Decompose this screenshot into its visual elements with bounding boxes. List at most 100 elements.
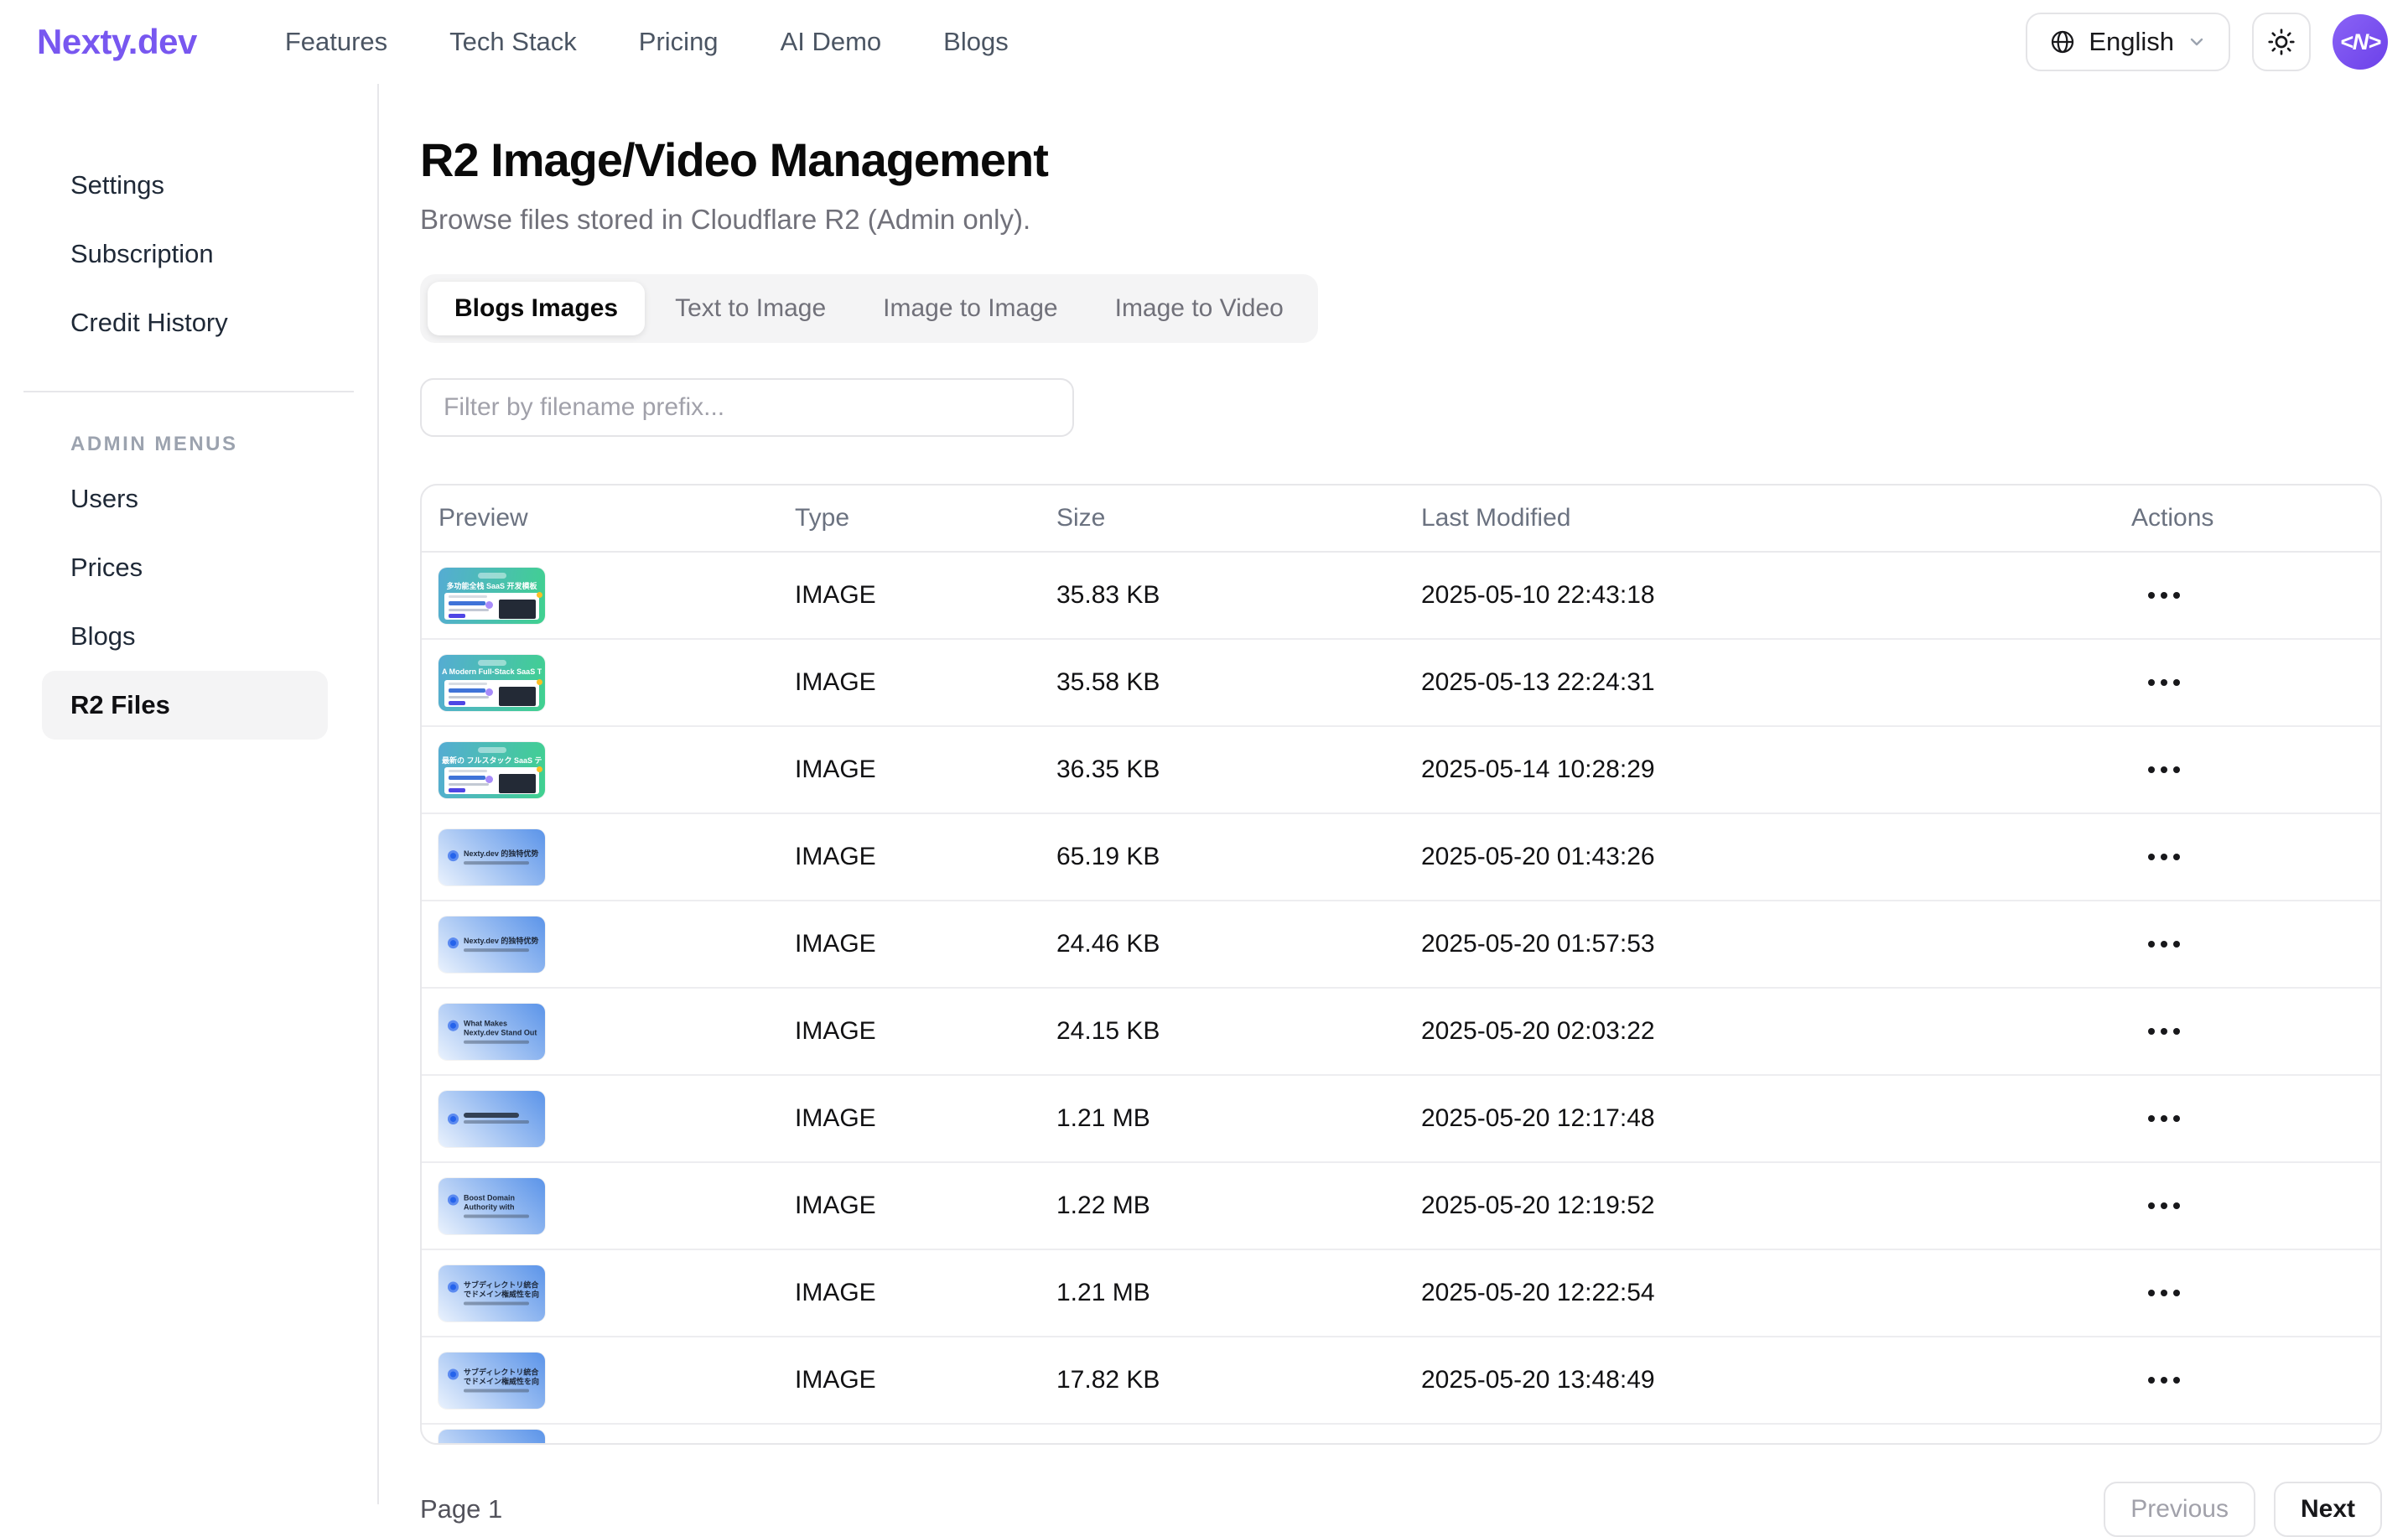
nexty-logo-dot — [448, 1282, 459, 1293]
nav-link[interactable]: Tech Stack — [449, 27, 577, 57]
table-row: What Makes Nexty.dev Stand Out IMAGE 24.… — [422, 989, 2380, 1076]
file-thumbnail[interactable] — [439, 1091, 545, 1147]
row-actions-button[interactable] — [2138, 756, 2190, 783]
file-last-modified: 2025-05-20 12:19:52 — [1421, 1192, 2131, 1220]
table-row: Nexty.dev 的独特优势 IMAGE 24.46 KB 2025-05-2… — [422, 901, 2380, 989]
column-header: Size — [1056, 504, 1421, 532]
file-last-modified: 2025-05-20 12:17:48 — [1421, 1104, 2131, 1133]
file-size: 24.46 KB — [1056, 930, 1421, 958]
nav-link[interactable]: Features — [285, 27, 387, 57]
next-page-button[interactable]: Next — [2274, 1482, 2382, 1537]
file-last-modified: 2025-05-20 02:03:22 — [1421, 1017, 2131, 1046]
nexty-logo-dot — [448, 1369, 459, 1380]
file-size: 17.82 KB — [1056, 1366, 1421, 1394]
thumbnail-card-art: What Makes Nexty.dev Stand Out — [448, 1020, 540, 1044]
row-actions-button[interactable] — [2138, 1280, 2190, 1306]
column-header: Type — [795, 504, 1056, 532]
page-title: R2 Image/Video Management — [420, 132, 2379, 187]
user-avatar[interactable]: <N> — [2333, 14, 2388, 70]
nav-link[interactable]: AI Demo — [781, 27, 882, 57]
row-actions-button[interactable] — [2138, 1105, 2190, 1132]
sidebar-item[interactable]: Prices — [42, 533, 328, 602]
file-thumbnail[interactable]: サブディレクトリ統合でドメイン権威性を向上 — [439, 1353, 545, 1409]
file-last-modified: 2025-05-10 22:43:18 — [1421, 581, 2131, 610]
file-last-modified: 2025-05-20 01:43:26 — [1421, 843, 2131, 871]
sidebar-item[interactable]: Subscription — [42, 220, 328, 288]
sidebar-item[interactable]: R2 Files — [42, 671, 328, 740]
sidebar-admin-items: UsersPricesBlogsR2 Files — [0, 465, 377, 740]
file-size: 1.21 MB — [1056, 1279, 1421, 1307]
sidebar-item[interactable]: Credit History — [42, 288, 328, 357]
page-subtitle: Browse files stored in Cloudflare R2 (Ad… — [420, 204, 2379, 236]
file-thumbnail[interactable]: Nexty.dev 的独特优势 — [439, 916, 545, 973]
main-content: R2 Image/Video Management Browse files s… — [381, 84, 2408, 1504]
file-thumbnail[interactable]: Boost Domain Authority with Subdirectory… — [439, 1178, 545, 1234]
file-type: IMAGE — [795, 1192, 1056, 1220]
file-thumbnail[interactable]: 最新の フルスタック SaaS テンプレート — [439, 742, 545, 798]
nexty-logo-dot — [448, 1020, 459, 1031]
sidebar-item[interactable]: Users — [42, 465, 328, 533]
nav-link[interactable]: Pricing — [639, 27, 719, 57]
filename-filter-input[interactable] — [420, 378, 1074, 437]
sidebar: SettingsSubscriptionCredit History ADMIN… — [0, 84, 379, 1504]
tab[interactable]: Blogs Images — [428, 282, 645, 335]
sidebar-user-items: SettingsSubscriptionCredit History — [0, 151, 377, 357]
table-body: 多功能全栈 SaaS 开发模板 — [422, 553, 2380, 1445]
sidebar-item[interactable]: Settings — [42, 151, 328, 220]
file-thumbnail[interactable]: 多功能全栈 SaaS 开发模板 — [439, 568, 545, 624]
row-actions-button[interactable] — [2138, 1018, 2190, 1045]
file-size: 35.58 KB — [1056, 668, 1421, 697]
language-selector[interactable]: English — [2026, 13, 2230, 71]
file-thumbnail[interactable]: What Makes Nexty.dev Stand Out — [439, 1004, 545, 1060]
file-type: IMAGE — [795, 1366, 1056, 1394]
file-size: 24.15 KB — [1056, 1017, 1421, 1046]
globe-icon — [2049, 29, 2076, 55]
sidebar-divider — [23, 391, 354, 392]
tab[interactable]: Image to Video — [1088, 282, 1310, 335]
table-row — [422, 1425, 2380, 1445]
file-type: IMAGE — [795, 1104, 1056, 1133]
row-actions-button[interactable] — [2138, 669, 2190, 696]
row-actions-button[interactable] — [2138, 582, 2190, 609]
file-thumbnail[interactable]: Nexty.dev 的独特优势 — [439, 829, 545, 885]
tab-bar: Blogs ImagesText to ImageImage to ImageI… — [420, 274, 1318, 343]
files-table: PreviewTypeSizeLast ModifiedActions 多功能全… — [420, 484, 2382, 1445]
file-type: IMAGE — [795, 1017, 1056, 1046]
row-actions-button[interactable] — [2138, 844, 2190, 870]
sidebar-item[interactable]: Blogs — [42, 602, 328, 671]
file-last-modified: 2025-05-13 22:24:31 — [1421, 668, 2131, 697]
file-size: 65.19 KB — [1056, 843, 1421, 871]
table-row: 多功能全栈 SaaS 开发模板 — [422, 553, 2380, 640]
row-actions-button[interactable] — [2138, 1192, 2190, 1219]
nexty-logo-dot — [448, 1114, 459, 1124]
row-actions-button[interactable] — [2138, 1367, 2190, 1394]
nexty-logo-dot — [448, 850, 459, 861]
thumbnail-card-art — [448, 1113, 540, 1124]
tab[interactable]: Image to Image — [856, 282, 1084, 335]
tab[interactable]: Text to Image — [648, 282, 853, 335]
nav-link[interactable]: Blogs — [943, 27, 1009, 57]
brand-logo[interactable]: Nexty.dev — [37, 22, 197, 62]
file-size: 36.35 KB — [1056, 756, 1421, 784]
table-row: IMAGE 1.21 MB 2025-05-20 12:17:48 — [422, 1076, 2380, 1163]
file-type: IMAGE — [795, 581, 1056, 610]
file-thumbnail[interactable] — [439, 1430, 545, 1445]
file-last-modified: 2025-05-20 12:22:54 — [1421, 1279, 2131, 1307]
file-size: 35.83 KB — [1056, 581, 1421, 610]
file-type: IMAGE — [795, 930, 1056, 958]
table-row: サブディレクトリ統合でドメイン権威性を向上 IMAGE 17.82 KB 202… — [422, 1337, 2380, 1425]
file-thumbnail[interactable]: A Modern Full-Stack SaaS Template — [439, 655, 545, 711]
previous-page-button[interactable]: Previous — [2104, 1482, 2255, 1537]
table-row: Boost Domain Authority with Subdirectory… — [422, 1163, 2380, 1250]
file-type: IMAGE — [795, 756, 1056, 784]
theme-toggle-button[interactable] — [2252, 13, 2311, 71]
table-row: サブディレクトリ統合でドメイン権威性を向上 IMAGE 1.21 MB 2025… — [422, 1250, 2380, 1337]
table-row: A Modern Full-Stack SaaS Template — [422, 640, 2380, 727]
file-thumbnail[interactable]: サブディレクトリ統合でドメイン権威性を向上 — [439, 1265, 545, 1322]
thumbnail-card-art: Boost Domain Authority with Subdirectory… — [448, 1194, 540, 1218]
thumbnail-card-art: サブディレクトリ統合でドメイン権威性を向上 — [448, 1281, 540, 1306]
row-actions-button[interactable] — [2138, 931, 2190, 958]
thumbnail-card-art: Nexty.dev 的独特优势 — [448, 849, 540, 865]
top-header: Nexty.dev Features Tech Stack Pricing AI De… — [0, 0, 2408, 84]
chevron-down-icon — [2187, 32, 2207, 52]
